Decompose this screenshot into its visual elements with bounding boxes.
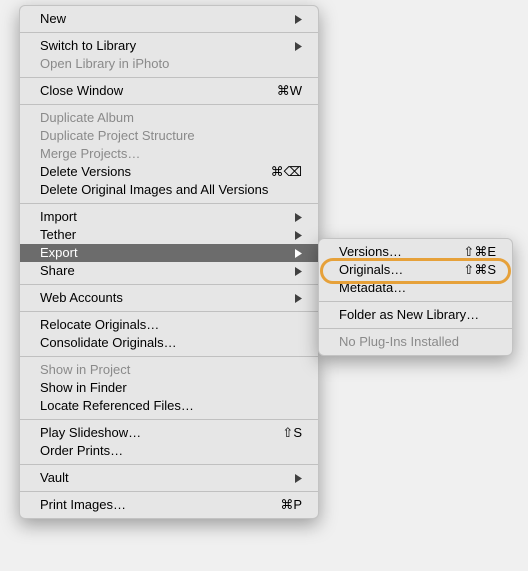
menu-item-consolidate-originals[interactable]: Consolidate Originals…	[20, 334, 318, 352]
label: Switch to Library	[40, 39, 295, 53]
menu-item-export[interactable]: Export	[20, 244, 318, 262]
submenu-item-originals[interactable]: Originals… ⇧⌘S	[319, 261, 512, 279]
label: Open Library in iPhoto	[40, 57, 302, 71]
label: Vault	[40, 471, 295, 485]
chevron-right-icon	[295, 294, 302, 303]
separator	[319, 301, 512, 302]
label: Delete Versions	[40, 165, 271, 179]
menu-item-merge-projects: Merge Projects…	[20, 145, 318, 163]
export-submenu: Versions… ⇧⌘E Originals… ⇧⌘S Metadata… F…	[318, 238, 513, 356]
menu-item-vault[interactable]: Vault	[20, 469, 318, 487]
label: Share	[40, 264, 295, 278]
submenu-item-versions[interactable]: Versions… ⇧⌘E	[319, 243, 512, 261]
label: Delete Original Images and All Versions	[40, 183, 302, 197]
label: No Plug-Ins Installed	[339, 335, 496, 349]
menu-item-show-in-finder[interactable]: Show in Finder	[20, 379, 318, 397]
shortcut: ⇧S	[282, 426, 302, 440]
label: Relocate Originals…	[40, 318, 302, 332]
separator	[20, 356, 318, 357]
menu-item-share[interactable]: Share	[20, 262, 318, 280]
menu-item-delete-versions[interactable]: Delete Versions ⌘⌫	[20, 163, 318, 181]
separator	[20, 284, 318, 285]
label: Duplicate Project Structure	[40, 129, 302, 143]
menu-item-switch-to-library[interactable]: Switch to Library	[20, 37, 318, 55]
label: Tether	[40, 228, 295, 242]
separator	[319, 328, 512, 329]
label: Import	[40, 210, 295, 224]
chevron-right-icon	[295, 213, 302, 222]
label: Locate Referenced Files…	[40, 399, 302, 413]
label: Merge Projects…	[40, 147, 302, 161]
separator	[20, 419, 318, 420]
menu-item-tether[interactable]: Tether	[20, 226, 318, 244]
label: Close Window	[40, 84, 277, 98]
separator	[20, 104, 318, 105]
label: Consolidate Originals…	[40, 336, 302, 350]
chevron-right-icon	[295, 267, 302, 276]
shortcut: ⌘P	[280, 498, 302, 512]
menu-item-new[interactable]: New	[20, 10, 318, 28]
label: Versions…	[339, 245, 463, 259]
label: Show in Finder	[40, 381, 302, 395]
submenu-item-no-plugins: No Plug-Ins Installed	[319, 333, 512, 351]
shortcut: ⌘W	[277, 84, 302, 98]
menu-item-order-prints[interactable]: Order Prints…	[20, 442, 318, 460]
menu-item-duplicate-project-structure: Duplicate Project Structure	[20, 127, 318, 145]
menu-item-duplicate-album: Duplicate Album	[20, 109, 318, 127]
label: Folder as New Library…	[339, 308, 496, 322]
menu-item-open-library-in-iphoto: Open Library in iPhoto	[20, 55, 318, 73]
menu-item-web-accounts[interactable]: Web Accounts	[20, 289, 318, 307]
shortcut: ⇧⌘S	[463, 263, 496, 277]
label: Show in Project	[40, 363, 302, 377]
chevron-right-icon	[295, 15, 302, 24]
label: Originals…	[339, 263, 463, 277]
menu-item-play-slideshow[interactable]: Play Slideshow… ⇧S	[20, 424, 318, 442]
menu-item-locate-referenced-files[interactable]: Locate Referenced Files…	[20, 397, 318, 415]
separator	[20, 77, 318, 78]
menu-item-import[interactable]: Import	[20, 208, 318, 226]
label: Play Slideshow…	[40, 426, 282, 440]
label: Export	[40, 246, 295, 260]
menu-item-relocate-originals[interactable]: Relocate Originals…	[20, 316, 318, 334]
shortcut: ⇧⌘E	[463, 245, 496, 259]
menu-item-print-images[interactable]: Print Images… ⌘P	[20, 496, 318, 514]
shortcut: ⌘⌫	[271, 165, 302, 179]
separator	[20, 203, 318, 204]
submenu-item-folder-as-new-library[interactable]: Folder as New Library…	[319, 306, 512, 324]
menu-item-delete-original-images[interactable]: Delete Original Images and All Versions	[20, 181, 318, 199]
label: Duplicate Album	[40, 111, 302, 125]
label: Metadata…	[339, 281, 496, 295]
separator	[20, 491, 318, 492]
label: Web Accounts	[40, 291, 295, 305]
main-menu: New Switch to Library Open Library in iP…	[19, 5, 319, 519]
label: Order Prints…	[40, 444, 302, 458]
menu-item-show-in-project: Show in Project	[20, 361, 318, 379]
chevron-right-icon	[295, 474, 302, 483]
chevron-right-icon	[295, 42, 302, 51]
separator	[20, 32, 318, 33]
separator	[20, 311, 318, 312]
submenu-item-metadata[interactable]: Metadata…	[319, 279, 512, 297]
chevron-right-icon	[295, 231, 302, 240]
separator	[20, 464, 318, 465]
menu-item-close-window[interactable]: Close Window ⌘W	[20, 82, 318, 100]
label: Print Images…	[40, 498, 280, 512]
chevron-right-icon	[295, 249, 302, 258]
label: New	[40, 12, 295, 26]
